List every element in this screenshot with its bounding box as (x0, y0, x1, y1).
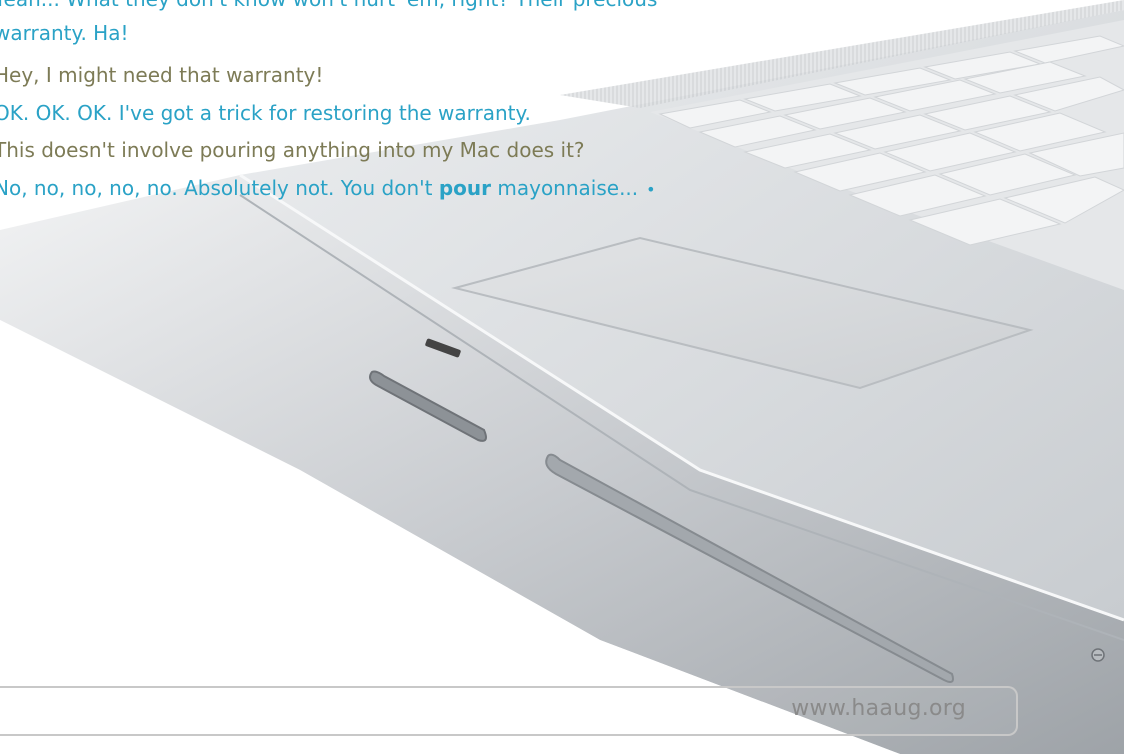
bullet-icon: • (646, 180, 656, 199)
footer-bar: www.haaug.org (0, 686, 1018, 736)
dialogue-line-6: No, no, no, no, no. Absolutely not. You … (0, 175, 656, 203)
dialogue-line-6-end: mayonnaise... (491, 176, 639, 200)
footer-url[interactable]: www.haaug.org (791, 696, 966, 721)
dialogue-line-3: Hey, I might need that warranty! (0, 63, 324, 87)
dialogue-line-2: warranty. Ha! (0, 21, 129, 45)
dialogue-line-5: This doesn't involve pouring anything in… (0, 138, 585, 162)
dialogue-line-4: OK. OK. OK. I've got a trick for restori… (0, 101, 531, 125)
dialogue-line-1: Yeah... What they don't know won't hurt … (0, 0, 657, 12)
dialogue-line-6-start: No, no, no, no, no. Absolutely not. You … (0, 176, 439, 200)
dialogue-line-6-bold: pour (438, 176, 492, 200)
